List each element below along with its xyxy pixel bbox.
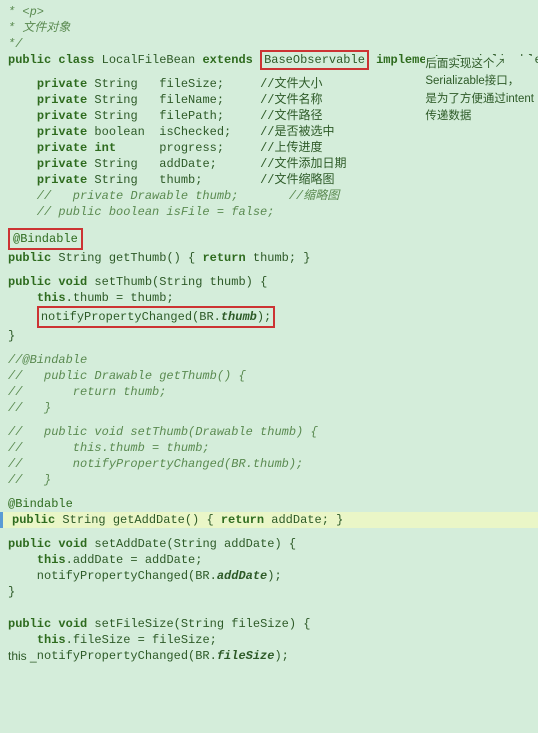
code-line: }: [8, 328, 538, 344]
line-thumb: private String thumb; //文件缩略图: [0, 172, 538, 188]
line-notify-adddate: notifyPropertyChanged(BR.addDate);: [0, 568, 538, 584]
line-getadddate: public String getAddDate() { return addD…: [0, 512, 538, 528]
line-getthumb: public String getThumb() { return thumb;…: [0, 250, 538, 266]
line-comment-setthumb-drawable: // public void setThumb(Drawable thumb) …: [0, 424, 538, 440]
line-bindable-1: @Bindable: [0, 228, 538, 250]
code-line: notifyPropertyChanged(BR.fileSize);: [8, 648, 538, 664]
code-line: }: [8, 584, 538, 600]
code-line: //@Bindable: [8, 352, 538, 368]
line-p-tag: * <p>: [0, 4, 538, 20]
line-comment-bindable: //@Bindable: [0, 352, 538, 368]
code-line: private String fileName; //文件名称: [8, 92, 538, 108]
code-line: // return thumb;: [8, 384, 538, 400]
code-line: // this.thumb = thumb;: [8, 440, 538, 456]
line-comment-close-brace-2: // }: [0, 472, 538, 488]
line-setthumb-decl: public void setThumb(String thumb) {: [0, 274, 538, 290]
code-viewer: * <p> * 文件对象 */ public class LocalFileBe…: [0, 0, 538, 668]
line-ischecked: private boolean isChecked; //是否被选中: [0, 124, 538, 140]
code-line: // notifyPropertyChanged(BR.thumb);: [8, 456, 538, 472]
line-class-decl: public class LocalFileBean extends BaseO…: [0, 52, 538, 68]
code-line: // public boolean isFile = false;: [8, 204, 538, 220]
code-line: private String filePath; //文件路径: [8, 108, 538, 124]
line-setfilesize-decl: public void setFileSize(String fileSize)…: [0, 616, 538, 632]
line-setadddate-body: this.addDate = addDate;: [0, 552, 538, 568]
code-line: * 文件对象: [8, 20, 538, 36]
line-setadddate-decl: public void setAddDate(String addDate) {: [0, 536, 538, 552]
code-line: public void setFileSize(String fileSize)…: [8, 616, 538, 632]
code-line: private String fileSize; //文件大小: [8, 76, 538, 92]
line-close-brace-1: }: [0, 328, 538, 344]
line-file-obj: * 文件对象: [0, 20, 538, 36]
code-line: notifyPropertyChanged(BR.thumb);: [8, 306, 538, 328]
code-line: // }: [8, 472, 538, 488]
line-notify-filesize: notifyPropertyChanged(BR.fileSize);: [0, 648, 538, 664]
line-progress: private int progress; //上传进度: [0, 140, 538, 156]
line-notify-thumb: notifyPropertyChanged(BR.thumb);: [0, 306, 538, 328]
line-bindable-2: @Bindable: [0, 496, 538, 512]
line-setfilesize-body: this.fileSize = fileSize;: [0, 632, 538, 648]
line-comment-notify-thumb: // notifyPropertyChanged(BR.thumb);: [0, 456, 538, 472]
bottom-label: this _: [8, 649, 37, 663]
code-line: public void setAddDate(String addDate) {: [8, 536, 538, 552]
code-line: @Bindable: [8, 496, 538, 512]
code-line: public String getAddDate() { return addD…: [8, 512, 538, 528]
line-comment-getthumb-drawable: // public Drawable getThumb() {: [0, 368, 538, 384]
line-comment-drawable: // private Drawable thumb; //缩略图: [0, 188, 538, 204]
line-filepath: private String filePath; //文件路径: [0, 108, 538, 124]
code-line: public void setThumb(String thumb) {: [8, 274, 538, 290]
line-comment-setthumb-body: // this.thumb = thumb;: [0, 440, 538, 456]
line-setthumb-body: this.thumb = thumb;: [0, 290, 538, 306]
code-line: private String thumb; //文件缩略图: [8, 172, 538, 188]
line-comment-return-thumb: // return thumb;: [0, 384, 538, 400]
code-line: private boolean isChecked; //是否被选中: [8, 124, 538, 140]
line-filesize: private String fileSize; //文件大小: [0, 76, 538, 92]
code-line: // }: [8, 400, 538, 416]
line-adddate: private String addDate; //文件添加日期: [0, 156, 538, 172]
line-comment-isfile: // public boolean isFile = false;: [0, 204, 538, 220]
code-line: this.thumb = thumb;: [8, 290, 538, 306]
code-line: // public Drawable getThumb() {: [8, 368, 538, 384]
code-line: notifyPropertyChanged(BR.addDate);: [8, 568, 538, 584]
code-line: * <p>: [8, 4, 538, 20]
code-line: this.fileSize = fileSize;: [8, 632, 538, 648]
code-line: private int progress; //上传进度: [8, 140, 538, 156]
code-line: public String getThumb() { return thumb;…: [8, 250, 538, 266]
code-line: // public void setThumb(Drawable thumb) …: [8, 424, 538, 440]
code-line: private String addDate; //文件添加日期: [8, 156, 538, 172]
code-line: @Bindable: [8, 228, 538, 250]
line-close-brace-2: }: [0, 584, 538, 600]
code-line: // private Drawable thumb; //缩略图: [8, 188, 538, 204]
blue-sidebar-mark: [0, 512, 3, 528]
line-comment-close-brace: // }: [0, 400, 538, 416]
code-line: this.addDate = addDate;: [8, 552, 538, 568]
line-filename: private String fileName; //文件名称: [0, 92, 538, 108]
bottom-text: this _: [8, 649, 37, 664]
